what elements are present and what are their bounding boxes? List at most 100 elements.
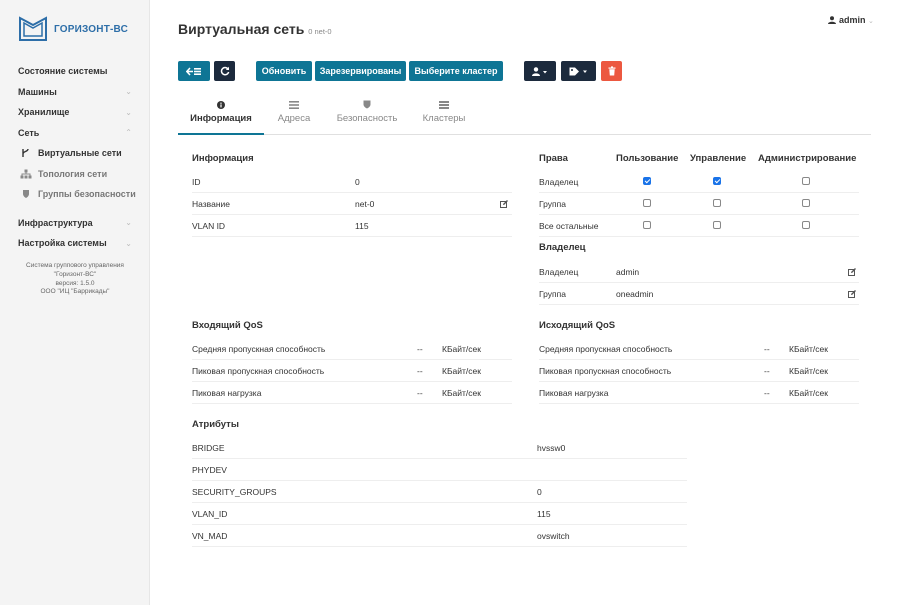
attribute-value: 0 — [537, 487, 542, 497]
logo[interactable]: ГОРИЗОНТ-ВС — [18, 14, 128, 44]
group-admin-checkbox[interactable] — [802, 199, 810, 207]
qos-value: -- — [417, 388, 423, 398]
rights-row-label: Все остальные — [539, 221, 599, 231]
rights-row-label: Владелец — [539, 177, 579, 187]
qos-key: Пиковая нагрузка — [539, 388, 609, 398]
info-key: Название — [192, 199, 230, 209]
select-cluster-button[interactable]: Выберите кластер — [409, 61, 503, 81]
chevron-down-icon: ⌄ — [125, 87, 132, 97]
group-use-checkbox[interactable] — [643, 199, 651, 207]
edit-icon[interactable] — [848, 268, 856, 276]
app-name: ГОРИЗОНТ-ВС — [54, 23, 129, 35]
others-manage-checkbox[interactable] — [713, 221, 721, 229]
user-icon — [532, 66, 547, 76]
back-list-icon — [186, 66, 201, 76]
tab-label: Адреса — [277, 113, 311, 124]
qos-value: -- — [764, 388, 770, 398]
rights-col-use: Пользование — [616, 153, 679, 164]
qos-out-row: Средняя пропускная способность -- КБайт/… — [539, 338, 859, 360]
qos-key: Пиковая нагрузка — [192, 388, 262, 398]
sidebar-item-label: Виртуальные сети — [38, 148, 122, 159]
sidebar-item-label: Группы безопасности — [38, 189, 136, 200]
update-button[interactable]: Обновить — [256, 61, 312, 81]
sidebar-item-infrastructure[interactable]: Инфраструктура ⌄ — [0, 213, 150, 234]
group-manage-checkbox[interactable] — [713, 199, 721, 207]
owner-manage-checkbox[interactable] — [713, 177, 721, 185]
sidebar-item-dashboard[interactable]: Состояние системы — [0, 61, 150, 82]
owner-admin-checkbox[interactable] — [802, 177, 810, 185]
others-use-checkbox[interactable] — [643, 221, 651, 229]
owner-use-checkbox[interactable] — [643, 177, 651, 185]
tab-info[interactable]: Информация — [178, 98, 264, 135]
attribute-row: PHYDEV — [192, 459, 687, 481]
info-row-id: ID 0 — [192, 171, 512, 193]
edit-icon[interactable] — [500, 200, 508, 208]
attribute-row: BRIDGE hvssw0 — [192, 437, 687, 459]
attribute-value: 115 — [537, 509, 551, 519]
system-info-line: ООО "ИЦ "Баррикады" — [40, 288, 110, 296]
page-subtitle: 0 net-0 — [308, 27, 332, 36]
tag-icon — [569, 67, 587, 75]
sidebar: ГОРИЗОНТ-ВС Состояние системы Машины ⌄ Х… — [0, 0, 150, 605]
qos-in-row: Пиковая нагрузка -- КБайт/сек — [192, 382, 512, 404]
qos-unit: КБайт/сек — [789, 388, 828, 398]
tab-security[interactable]: Безопасность — [324, 98, 410, 135]
info-title: Информация — [192, 153, 254, 164]
sidebar-item-storage[interactable]: Хранилище ⌄ — [0, 102, 150, 123]
chevron-down-icon: ⌄ — [125, 218, 132, 228]
owner-value: admin — [616, 267, 640, 277]
chevron-up-icon: ⌃ — [125, 128, 132, 138]
tab-label: Информация — [190, 113, 252, 124]
sidebar-item-label: Настройка системы — [18, 238, 107, 249]
tab-clusters[interactable]: Кластеры — [410, 98, 478, 135]
edit-icon[interactable] — [848, 290, 856, 298]
refresh-button[interactable] — [214, 61, 235, 81]
owner-key: Владелец — [539, 267, 579, 277]
sidebar-item-label: Сеть — [18, 127, 40, 138]
info-key: ID — [192, 177, 201, 187]
sidebar-item-network-topology[interactable]: Топология сети — [0, 164, 150, 185]
attribute-key: VLAN_ID — [192, 509, 228, 519]
logo-icon — [19, 16, 47, 41]
change-owner-button[interactable] — [524, 61, 556, 81]
sidebar-item-system-settings[interactable]: Настройка системы ⌄ — [0, 233, 150, 254]
tab-addresses[interactable]: Адреса — [264, 98, 324, 135]
attribute-value: hvssw0 — [537, 443, 566, 453]
reserved-button[interactable]: Зарезервированы — [315, 61, 406, 81]
refresh-icon — [220, 66, 229, 76]
qos-key: Пиковая пропускная способность — [192, 366, 325, 376]
qos-key: Пиковая пропускная способность — [539, 366, 672, 376]
rights-title: Права — [539, 153, 568, 164]
qos-unit: КБайт/сек — [789, 344, 828, 354]
sidebar-item-security-groups[interactable]: Группы безопасности — [0, 184, 150, 205]
rights-col-manage: Управление — [690, 153, 747, 164]
info-key: VLAN ID — [192, 221, 226, 231]
sidebar-item-label: Машины — [18, 86, 57, 97]
sidebar-item-network[interactable]: Сеть ⌃ — [0, 123, 150, 144]
others-admin-checkbox[interactable] — [802, 221, 810, 229]
tab-label: Безопасность — [336, 113, 398, 124]
info-value: net-0 — [355, 199, 375, 209]
sidebar-item-label: Топология сети — [38, 168, 108, 179]
sidebar-nav: Состояние системы Машины ⌄ Хранилище ⌄ С… — [0, 61, 150, 254]
sidebar-item-machines[interactable]: Машины ⌄ — [0, 82, 150, 103]
delete-button[interactable] — [601, 61, 622, 81]
qos-out-row: Пиковая пропускная способность -- КБайт/… — [539, 360, 859, 382]
back-button[interactable] — [178, 61, 210, 81]
user-menu[interactable]: admin ⌄ — [828, 15, 874, 25]
qos-in-row: Средняя пропускная способность -- КБайт/… — [192, 338, 512, 360]
tab-bar: Информация Адреса Безопасность Кластеры — [178, 98, 871, 135]
info-value: 115 — [355, 221, 369, 231]
page-title: Виртуальная сеть 0 net-0 — [178, 21, 332, 37]
sidebar-item-virtual-networks[interactable]: Виртуальные сети — [0, 143, 150, 164]
labels-button[interactable] — [561, 61, 596, 81]
qos-in-title: Входящий QoS — [192, 320, 263, 331]
attribute-row: VN_MAD ovswitch — [192, 525, 687, 547]
shield-icon — [324, 98, 410, 112]
attribute-key: VN_MAD — [192, 531, 228, 541]
attribute-row: SECURITY_GROUPS 0 — [192, 481, 687, 503]
rights-row-label: Группа — [539, 199, 566, 209]
qos-unit: КБайт/сек — [442, 344, 481, 354]
sidebar-item-label: Инфраструктура — [18, 217, 93, 228]
owner-key: Группа — [539, 289, 566, 299]
